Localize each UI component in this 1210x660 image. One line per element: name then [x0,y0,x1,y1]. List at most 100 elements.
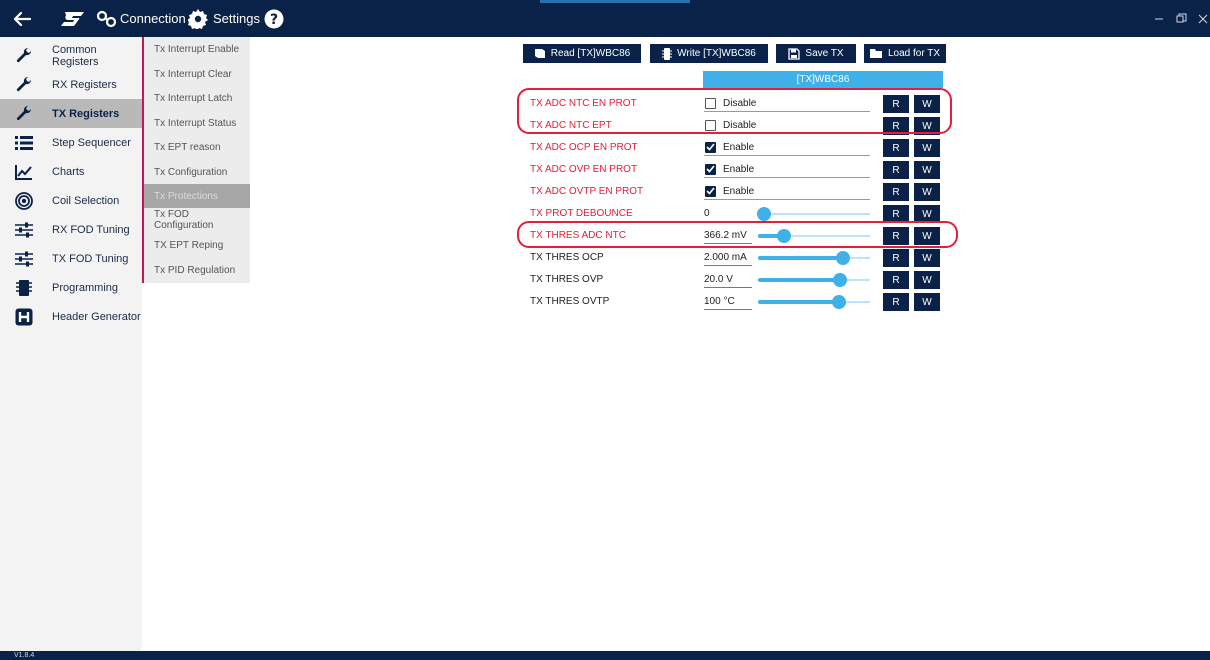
submenu-item-tx-interrupt-enable[interactable]: Tx Interrupt Enable [144,37,250,61]
sidebar-item-charts[interactable]: Charts [0,157,142,186]
read-button-tx-adc-ovtp-en-prot[interactable]: R [883,183,909,201]
register-checkbox-tx-adc-ovtp-en-prot[interactable]: Enable [704,183,870,200]
register-checkbox-tx-adc-ocp-en-prot[interactable]: Enable [704,139,870,156]
slider-tx-thres-ocp[interactable] [758,251,870,265]
value-field-tx-thres-ocp[interactable]: 2.000 mA [704,250,752,266]
write-button-tx-thres-ovtp[interactable]: W [914,293,940,311]
register-label-tx-prot-debounce: TX PROT DEBOUNCE [530,208,633,219]
checkbox-label: Enable [723,185,755,197]
slider-thumb[interactable] [756,207,771,221]
slider-thumb[interactable] [776,229,791,243]
submenu-item-tx-interrupt-clear[interactable]: Tx Interrupt Clear [144,62,250,86]
read-button-tx-adc-ocp-en-prot[interactable]: R [883,139,909,157]
read-button-tx-thres-ovp[interactable]: R [883,271,909,289]
slider-thumb[interactable] [836,251,851,265]
write-button-tx-thres-ovp[interactable]: W [914,271,940,289]
sidebar-item-tx-registers[interactable]: TX Registers [0,99,142,128]
help-button[interactable]: ? [264,0,284,37]
register-checkbox-tx-adc-ovp-en-prot[interactable]: Enable [704,161,870,178]
read-button-tx-thres-adc-ntc[interactable]: R [883,227,909,245]
register-checkbox-tx-adc-ntc-ept[interactable]: Disable [704,117,870,134]
sidebar-item-header-generator[interactable]: Header Generator [0,302,142,331]
read-button-tx-prot-debounce[interactable]: R [883,205,909,223]
read-button-tx-adc-ntc-ept[interactable]: R [883,117,909,135]
back-button[interactable] [12,0,32,37]
value-field-tx-prot-debounce[interactable]: 0 [704,206,752,222]
list-icon [13,134,35,152]
submenu-item-tx-ept-reping[interactable]: TX EPT Reping [144,233,250,257]
connection-label: Connection [120,11,186,26]
write-button-tx-adc-ntc-ept[interactable]: W [914,117,940,135]
sidebar-item-label: Step Sequencer [52,136,131,149]
write-button-tx-adc-ntc-en-prot[interactable]: W [914,95,940,113]
sidebar-item-common-registers[interactable]: Common Registers [0,41,142,70]
submenu-item-tx-configuration[interactable]: Tx Configuration [144,160,250,184]
minimize-icon [1155,18,1163,19]
write-chip-button[interactable]: Write [TX]WBC86 [650,44,768,63]
write-button-tx-thres-ocp[interactable]: W [914,249,940,267]
minimize-button[interactable] [1154,0,1164,37]
value-field-tx-thres-ovtp[interactable]: 100 °C [704,294,752,310]
submenu-item-tx-fod-configuration[interactable]: Tx FOD Configuration [144,208,250,232]
read-button-tx-thres-ovtp[interactable]: R [883,293,909,311]
st-logo [60,0,86,37]
read-button-tx-adc-ntc-en-prot[interactable]: R [883,95,909,113]
sidebar-item-label: Charts [52,165,85,178]
sidebar-item-tx-fod-tuning[interactable]: TX FOD Tuning [0,244,142,273]
sidebar-item-label: Coil Selection [52,194,120,207]
top-bar: Connection Settings ? [0,0,1210,37]
submenu-item-tx-protections[interactable]: Tx Protections [144,184,250,208]
slider-thumb[interactable] [832,273,847,287]
save-tx-button[interactable]: Save TX [776,44,856,63]
version-label: V1.8.4 [14,652,35,659]
write-button-tx-adc-ovtp-en-prot[interactable]: W [914,183,940,201]
book-icon [534,49,545,58]
restore-button[interactable] [1176,0,1187,37]
write-button-tx-prot-debounce[interactable]: W [914,205,940,223]
submenu-item-tx-ept-reason[interactable]: Tx EPT reason [144,135,250,159]
wrench-icon [13,76,35,94]
slider-tx-thres-ovp[interactable] [758,273,870,287]
checkbox-box [705,97,716,109]
read-button-tx-thres-ocp[interactable]: R [883,249,909,267]
sidebar-item-label: TX FOD Tuning [52,252,129,265]
sidebar-item-rx-fod-tuning[interactable]: RX FOD Tuning [0,215,142,244]
register-label-tx-adc-ntc-ept: TX ADC NTC EPT [530,120,612,131]
wrench-icon [13,47,35,65]
submenu-item-tx-interrupt-latch[interactable]: Tx Interrupt Latch [144,86,250,110]
sidebar-item-coil-selection[interactable]: Coil Selection [0,186,142,215]
register-checkbox-tx-adc-ntc-en-prot[interactable]: Disable [704,95,870,112]
sidebar-item-label: TX Registers [52,107,120,120]
read-chip-label: Read [TX]WBC86 [550,48,631,59]
load-for-tx-button[interactable]: Load for TX [864,44,946,63]
sidebar-item-programming[interactable]: Programming [0,273,142,302]
submenu-item-tx-pid-regulation[interactable]: Tx PID Regulation [144,258,250,282]
sliders-icon [13,250,35,268]
register-label-tx-thres-ocp: TX THRES OCP [530,252,604,263]
chart-icon [13,163,35,181]
slider-tx-prot-debounce[interactable] [756,207,870,221]
sidebar-item-step-sequencer[interactable]: Step Sequencer [0,128,142,157]
write-chip-label: Write [TX]WBC86 [677,48,756,59]
connection-icon [96,10,117,27]
value-field-tx-thres-adc-ntc[interactable]: 366.2 mV [704,228,752,244]
connection-menu[interactable]: Connection [96,0,186,37]
write-button-tx-adc-ovp-en-prot[interactable]: W [914,161,940,179]
close-button[interactable] [1198,0,1208,37]
checkmark-icon [705,141,716,153]
slider-tx-thres-adc-ntc[interactable] [758,229,870,243]
register-label-tx-adc-ovp-en-prot: TX ADC OVP EN PROT [530,164,638,175]
read-button-tx-adc-ovp-en-prot[interactable]: R [883,161,909,179]
gear-icon [188,8,208,29]
read-chip-button[interactable]: Read [TX]WBC86 [523,44,641,63]
sidebar-item-rx-registers[interactable]: RX Registers [0,70,142,99]
register-label-tx-adc-ovtp-en-prot: TX ADC OVTP EN PROT [530,186,644,197]
value-field-tx-thres-ovp[interactable]: 20.0 V [704,272,752,288]
submenu-item-tx-interrupt-status[interactable]: Tx Interrupt Status [144,111,250,135]
slider-thumb[interactable] [831,295,846,309]
slider-tx-thres-ovtp[interactable] [758,295,870,309]
write-button-tx-thres-adc-ntc[interactable]: W [914,227,940,245]
settings-menu[interactable]: Settings [188,0,260,37]
write-button-tx-adc-ocp-en-prot[interactable]: W [914,139,940,157]
back-arrow-icon [13,11,32,26]
